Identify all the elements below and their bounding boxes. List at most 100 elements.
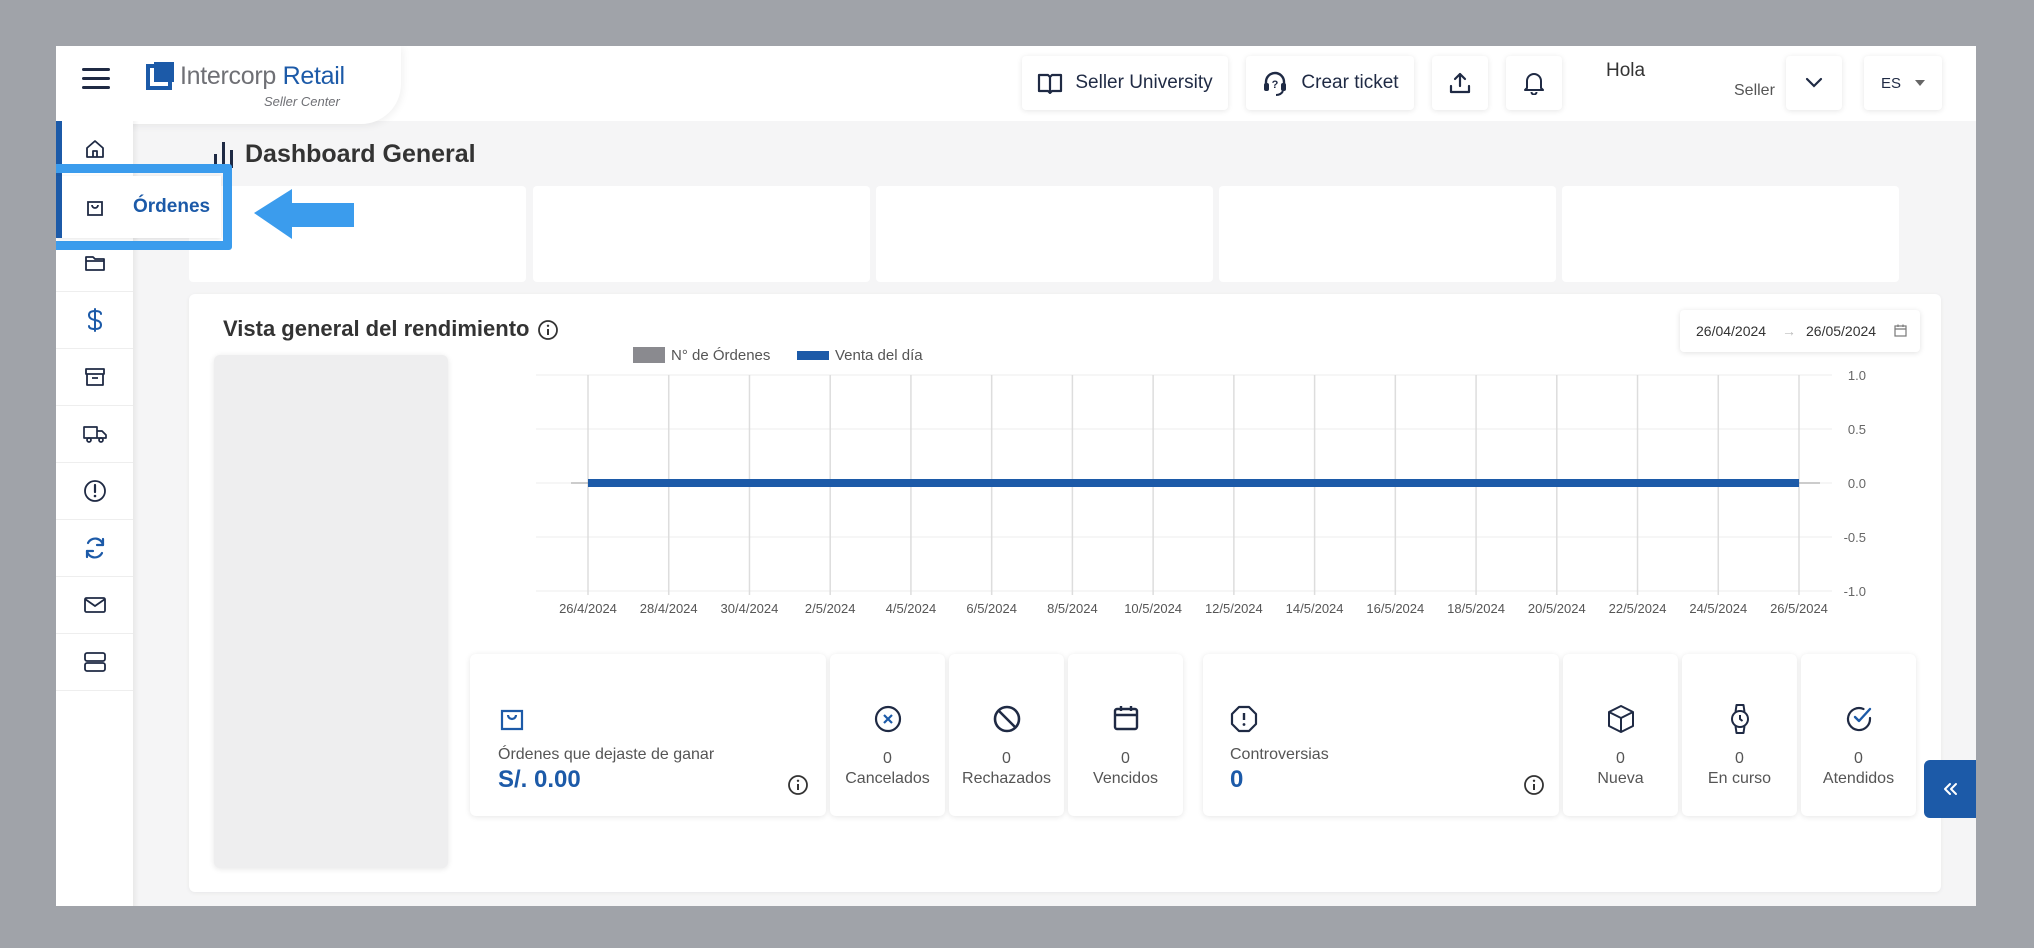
lost-orders-card: Órdenes que dejaste de ganar S/. 0.00 [470, 654, 826, 816]
x-tick-label: 22/5/2024 [1609, 601, 1667, 616]
x-tick-label: 4/5/2024 [886, 601, 937, 616]
stat-card-vencidos: 0 Vencidos [1068, 654, 1183, 816]
legend-swatch [633, 347, 665, 363]
active-indicator [56, 176, 62, 238]
x-tick-label: 26/4/2024 [559, 601, 617, 616]
panel-title: Vista general del rendimiento [223, 316, 530, 341]
logo-tab: Intercorp Retail Seller Center [56, 46, 401, 124]
upload-button[interactable] [1432, 56, 1488, 110]
sidebar-item-shipping[interactable] [56, 406, 133, 463]
date-start: 26/04/2024 [1696, 323, 1767, 339]
stat-card-cancelados: 0 Cancelados [830, 654, 945, 816]
bell-icon [1524, 73, 1544, 95]
y-tick-label-right: 0.0 [1848, 476, 1866, 491]
alert-octagon-icon [1230, 705, 1258, 733]
x-tick-label: 14/5/2024 [1286, 601, 1344, 616]
home-icon [85, 140, 104, 158]
vencidos-label: Vencidos [1093, 770, 1158, 787]
notifications-button[interactable] [1506, 56, 1562, 110]
mail-icon [83, 597, 106, 613]
calendar-icon [1113, 706, 1139, 731]
vencidos-value: 0 [1121, 750, 1130, 767]
sidebar-item-returns[interactable] [56, 520, 133, 577]
info-icon[interactable] [787, 774, 809, 796]
summary-side-pane [214, 355, 448, 868]
alert-circle-icon [83, 480, 106, 502]
performance-chart: 1.01.00.50.50.00.0-0.5-0.5-1.0-1.026/4/2… [536, 347, 1866, 616]
legend-label: Venta del día [835, 347, 923, 364]
date-end: 26/05/2024 [1806, 323, 1877, 339]
sidebar-item-disputes[interactable] [56, 463, 133, 520]
controversias-value: 0 [1230, 766, 1244, 793]
dollar-icon [87, 308, 102, 332]
crear-ticket-label: Crear ticket [1301, 72, 1399, 93]
info-icon[interactable] [537, 319, 559, 341]
en-curso-value: 0 [1735, 750, 1744, 767]
refresh-icon [85, 537, 104, 559]
info-icon[interactable] [1523, 774, 1545, 796]
shopping-bag-icon [500, 709, 524, 731]
lost-orders-value: S/. 0.00 [498, 766, 581, 793]
controversias-label: Controversias [1230, 746, 1329, 763]
user-menu-button[interactable] [1786, 56, 1842, 110]
headset-help-icon: ? [1264, 71, 1287, 96]
x-tick-label: 8/5/2024 [1047, 601, 1098, 616]
collapse-panel-button[interactable] [1924, 760, 1976, 818]
stat-card-atendidos: 0 Atendidos [1801, 654, 1916, 816]
rechazados-label: Rechazados [962, 770, 1051, 787]
chevron-down-icon [1805, 77, 1823, 88]
x-tick-label: 26/5/2024 [1770, 601, 1828, 616]
controversias-card: Controversias 0 [1203, 654, 1559, 816]
nueva-label: Nueva [1597, 770, 1644, 787]
calendar-icon [1894, 324, 1907, 337]
lost-orders-label: Órdenes que dejaste de ganar [498, 746, 715, 763]
atendidos-label: Atendidos [1822, 770, 1895, 787]
folder-icon [84, 256, 105, 271]
brand-subtitle: Seller Center [264, 94, 340, 109]
x-circle-icon [874, 705, 902, 733]
sidebar-item-integrations[interactable] [56, 634, 133, 691]
book-open-icon [1038, 73, 1063, 94]
chevrons-left-icon [1944, 783, 1957, 795]
archive-icon [84, 368, 105, 386]
x-tick-label: 24/5/2024 [1689, 601, 1747, 616]
x-tick-label: 18/5/2024 [1447, 601, 1505, 616]
y-tick-label-right: -1.0 [1844, 584, 1866, 599]
sidebar-tooltip-orders[interactable]: Órdenes [56, 176, 221, 238]
language-selector[interactable]: ES [1864, 56, 1942, 110]
sidebar-item-inventory[interactable] [56, 349, 133, 406]
x-tick-label: 10/5/2024 [1124, 601, 1182, 616]
cube-icon [1608, 705, 1634, 733]
caret-down-icon [1915, 80, 1925, 86]
app-window: Intercorp Retail Seller Center Seller Un… [56, 46, 1976, 906]
page-title: Dashboard General [245, 140, 476, 168]
seller-university-button[interactable]: Seller University [1022, 56, 1228, 110]
kpi-card [1219, 186, 1556, 282]
watch-icon [1731, 704, 1749, 734]
x-tick-label: 6/5/2024 [966, 601, 1017, 616]
sidebar-item-messages[interactable] [56, 577, 133, 634]
atendidos-value: 0 [1854, 750, 1863, 767]
sidebar-tooltip-label: Órdenes [133, 196, 211, 217]
kpi-card [876, 186, 1213, 282]
x-tick-label: 20/5/2024 [1528, 601, 1586, 616]
menu-icon[interactable] [82, 68, 110, 90]
y-tick-label-right: -0.5 [1844, 530, 1866, 545]
stat-card-nueva: 0 Nueva [1563, 654, 1678, 816]
language-label: ES [1880, 74, 1901, 92]
crear-ticket-button[interactable]: ? Crear ticket [1246, 56, 1414, 110]
seller-university-label: Seller University [1075, 72, 1213, 93]
kpi-card [1562, 186, 1899, 282]
rechazados-value: 0 [1002, 750, 1011, 767]
sidebar-item-finance[interactable] [56, 292, 133, 349]
nueva-value: 0 [1616, 750, 1625, 767]
y-tick-label-right: 0.5 [1848, 422, 1866, 437]
stat-card-en-curso: 0 En curso [1682, 654, 1797, 816]
user-role: Seller [1734, 82, 1775, 99]
kpi-card [533, 186, 870, 282]
x-tick-label: 12/5/2024 [1205, 601, 1263, 616]
server-icon [83, 652, 106, 672]
check-circle-icon [1846, 706, 1872, 732]
brand-name: Intercorp Retail [180, 62, 345, 90]
upload-icon [1449, 72, 1471, 94]
